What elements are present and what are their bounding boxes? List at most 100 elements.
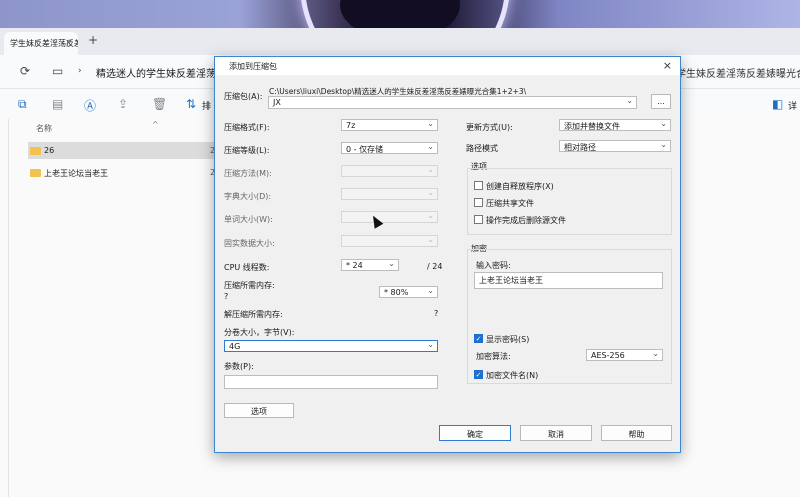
dict-select: ⌄ (341, 188, 438, 200)
update-value: 添加并替换文件 (564, 122, 620, 131)
details-button-label[interactable]: 详 (788, 99, 797, 112)
tab-close-icon[interactable]: × (65, 38, 72, 47)
word-select: ⌄ (341, 211, 438, 223)
chevron-down-icon: ⌄ (427, 119, 434, 128)
close-icon[interactable]: × (663, 59, 672, 72)
file-name: 上老王论坛当老王 (44, 169, 108, 178)
dialog-titlebar: 添加到压缩包 × (215, 57, 680, 75)
list-item[interactable]: 26 2 (28, 142, 218, 159)
add-to-archive-dialog: 添加到压缩包 × 压缩包(A): C:\Users\liuxi\Desktop\… (214, 56, 681, 453)
tab-bar: 学生妹反差淫荡反差 × + (0, 28, 800, 55)
archive-name-combo[interactable]: JX ⌄ (268, 96, 637, 109)
show-password-label: 显示密码(S) (486, 335, 530, 344)
cpu-total: / 24 (427, 262, 443, 271)
address-path[interactable]: 精选迷人的学生妹反差淫荡 (96, 65, 216, 80)
password-value: 上老王论坛当老王 (479, 276, 543, 285)
encrypt-names-label: 加密文件名(N) (486, 371, 539, 380)
split-combo[interactable]: 4G ⌄ (224, 340, 438, 352)
solid-label: 固实数据大小: (224, 239, 275, 248)
desktop-wallpaper (0, 0, 800, 28)
rename-icon[interactable]: Ⓐ (84, 97, 96, 114)
solid-select: ⌄ (341, 235, 438, 247)
update-label: 更新方式(U): (466, 123, 513, 132)
enc-method-select[interactable]: AES-256 ⌄ (586, 349, 663, 361)
ok-button[interactable]: 确定 (439, 425, 511, 441)
chevron-down-icon: ⌄ (427, 286, 434, 295)
params-label: 参数(P): (224, 362, 254, 371)
level-select[interactable]: 0 - 仅存储 ⌄ (341, 142, 438, 154)
format-value: 7z (346, 121, 356, 130)
sort-button-label[interactable]: 排 (202, 99, 211, 112)
dict-label: 字典大小(D): (224, 192, 272, 201)
encrypt-names-checkbox[interactable]: ✓ (474, 370, 483, 379)
folder-icon (30, 147, 41, 155)
chevron-down-icon: ⌄ (427, 340, 434, 349)
chevron-right-icon[interactable]: › (78, 66, 82, 76)
pathmode-select[interactable]: 相对路径 ⌄ (559, 140, 671, 152)
sort-icon[interactable]: ⇅ (186, 97, 196, 111)
decomp-q: ? (434, 309, 439, 318)
chevron-down-icon: ⌄ (427, 211, 434, 220)
new-tab-button[interactable]: + (88, 33, 98, 47)
archive-label: 压缩包(A): (224, 92, 263, 101)
enc-method-label: 加密算法: (476, 352, 511, 361)
pathmode-label: 路径模式 (466, 144, 498, 153)
file-name: 26 (44, 146, 55, 155)
update-select[interactable]: 添加并替换文件 ⌄ (559, 119, 671, 131)
delete-icon[interactable]: 🗑 (152, 97, 167, 111)
shared-checkbox[interactable] (474, 198, 483, 207)
mem-value: * 80% (384, 288, 409, 297)
search-box-text[interactable]: 学生妹反差淫荡反差婊曝光合 (676, 65, 800, 80)
dialog-title: 添加到压缩包 (229, 62, 277, 71)
sfx-checkbox[interactable] (474, 181, 483, 190)
copy-icon[interactable]: ⧉ (18, 97, 27, 112)
refresh-icon[interactable]: ⟳ (20, 64, 30, 78)
show-password-checkbox[interactable]: ✓ (474, 334, 483, 343)
monitor-icon[interactable]: ▭ (52, 64, 63, 78)
format-select[interactable]: 7z ⌄ (341, 119, 438, 131)
password-input[interactable]: 上老王论坛当老王 (474, 272, 663, 289)
chevron-down-icon: ⌄ (626, 96, 633, 105)
delete-checkbox[interactable] (474, 215, 483, 224)
method-select: ⌄ (341, 165, 438, 177)
decomp-label: 解压缩所需内存: (224, 310, 283, 319)
chevron-down-icon: ⌄ (388, 259, 395, 268)
chevron-down-icon: ⌄ (427, 142, 434, 151)
chevron-down-icon: ⌄ (427, 165, 434, 174)
cpu-value: * 24 (346, 261, 363, 270)
list-item[interactable]: 上老王论坛当老王 2 (28, 164, 218, 181)
chevron-down-icon: ⌄ (652, 349, 659, 358)
params-input[interactable] (224, 375, 438, 389)
nav-divider (8, 119, 9, 497)
chevron-down-icon: ⌄ (427, 235, 434, 244)
level-label: 压缩等级(L): (224, 146, 270, 155)
sfx-label: 创建自释放程序(X) (486, 182, 554, 191)
format-label: 压缩格式(F): (224, 123, 270, 132)
split-label: 分卷大小，字节(V): (224, 328, 295, 337)
cpu-label: CPU 线程数: (224, 263, 270, 272)
pathmode-value: 相对路径 (564, 143, 596, 152)
level-value: 0 - 仅存储 (346, 145, 384, 154)
sort-arrow-icon: ^ (152, 120, 159, 129)
mem-q: ? (224, 292, 229, 301)
method-label: 压缩方法(M): (224, 169, 272, 178)
delete-label: 操作完成后删除源文件 (486, 216, 566, 225)
tab-folder[interactable]: 学生妹反差淫荡反差 × (4, 32, 78, 55)
options-button[interactable]: 选项 (224, 403, 294, 418)
shared-label: 压缩共享文件 (486, 199, 534, 208)
chevron-down-icon: ⌄ (660, 140, 667, 149)
archive-name-value: JX (273, 98, 281, 107)
enc-method-value: AES-256 (591, 351, 625, 360)
browse-button[interactable]: ... (651, 94, 671, 109)
mem-select[interactable]: * 80% ⌄ (379, 286, 438, 298)
split-value: 4G (229, 342, 241, 351)
word-label: 单词大小(W): (224, 215, 273, 224)
cpu-select[interactable]: * 24 ⌄ (341, 259, 399, 271)
column-header-label: 名称 (36, 124, 52, 133)
cancel-button[interactable]: 取消 (520, 425, 592, 441)
paste-icon[interactable]: ▤ (52, 97, 63, 111)
details-pane-icon[interactable]: ◧ (772, 97, 783, 111)
help-button[interactable]: 帮助 (601, 425, 672, 441)
column-header-name[interactable]: ^ 名称 (36, 120, 159, 134)
share-icon[interactable]: ⇪ (118, 97, 128, 111)
